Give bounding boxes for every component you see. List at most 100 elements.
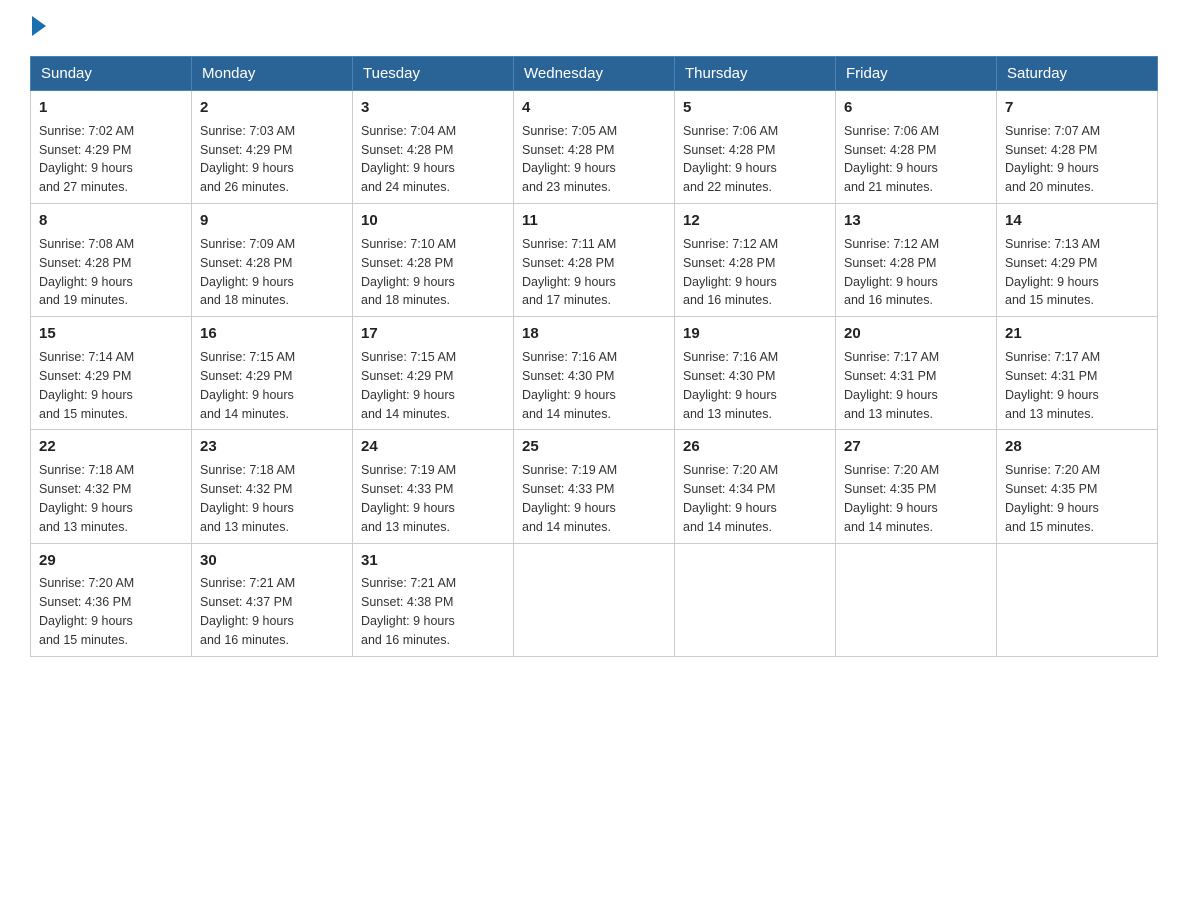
day-info: Sunrise: 7:18 AMSunset: 4:32 PMDaylight:…	[200, 463, 295, 534]
page-header	[30, 20, 1158, 36]
day-number: 16	[200, 323, 344, 345]
day-info: Sunrise: 7:21 AMSunset: 4:38 PMDaylight:…	[361, 576, 456, 647]
day-number: 11	[522, 210, 666, 232]
calendar-cell: 13 Sunrise: 7:12 AMSunset: 4:28 PMDayligh…	[836, 204, 997, 317]
day-number: 26	[683, 436, 827, 458]
day-info: Sunrise: 7:15 AMSunset: 4:29 PMDaylight:…	[200, 350, 295, 421]
calendar-cell: 10Sunrise: 7:10 AMSunset: 4:28 PMDayligh…	[353, 204, 514, 317]
day-info: Sunrise: 7:19 AMSunset: 4:33 PMDaylight:…	[361, 463, 456, 534]
day-info: Sunrise: 7:20 AMSunset: 4:35 PMDaylight:…	[1005, 463, 1100, 534]
day-number: 12	[683, 210, 827, 232]
calendar-cell: 28 Sunrise: 7:20 AMSunset: 4:35 PMDayligh…	[997, 430, 1158, 543]
day-number: 20	[844, 323, 988, 345]
day-info: Sunrise: 7:09 AMSunset: 4:28 PMDaylight:…	[200, 237, 295, 308]
day-info: Sunrise: 7:02 AMSunset: 4:29 PMDaylight:…	[39, 124, 134, 195]
calendar-cell: 16 Sunrise: 7:15 AMSunset: 4:29 PMDayligh…	[192, 317, 353, 430]
day-info: Sunrise: 7:13 AMSunset: 4:29 PMDaylight:…	[1005, 237, 1100, 308]
calendar-header-wednesday: Wednesday	[514, 57, 675, 91]
day-info: Sunrise: 7:20 AMSunset: 4:34 PMDaylight:…	[683, 463, 778, 534]
calendar-cell: 26 Sunrise: 7:20 AMSunset: 4:34 PMDayligh…	[675, 430, 836, 543]
calendar-week-row: 15 Sunrise: 7:14 AMSunset: 4:29 PMDayligh…	[31, 317, 1158, 430]
day-info: Sunrise: 7:12 AMSunset: 4:28 PMDaylight:…	[844, 237, 939, 308]
calendar-cell: 22Sunrise: 7:18 AMSunset: 4:32 PMDayligh…	[31, 430, 192, 543]
day-info: Sunrise: 7:14 AMSunset: 4:29 PMDaylight:…	[39, 350, 134, 421]
calendar-cell: 15 Sunrise: 7:14 AMSunset: 4:29 PMDayligh…	[31, 317, 192, 430]
calendar-week-row: 29 Sunrise: 7:20 AMSunset: 4:36 PMDayligh…	[31, 543, 1158, 656]
calendar-cell: 24 Sunrise: 7:19 AMSunset: 4:33 PMDayligh…	[353, 430, 514, 543]
calendar-cell: 29 Sunrise: 7:20 AMSunset: 4:36 PMDayligh…	[31, 543, 192, 656]
day-info: Sunrise: 7:10 AMSunset: 4:28 PMDaylight:…	[361, 237, 456, 308]
day-info: Sunrise: 7:16 AMSunset: 4:30 PMDaylight:…	[683, 350, 778, 421]
day-number: 6	[844, 97, 988, 119]
calendar-cell: 6 Sunrise: 7:06 AMSunset: 4:28 PMDaylight…	[836, 91, 997, 204]
calendar-cell: 11Sunrise: 7:11 AMSunset: 4:28 PMDayligh…	[514, 204, 675, 317]
calendar-header-friday: Friday	[836, 57, 997, 91]
calendar-header-monday: Monday	[192, 57, 353, 91]
day-number: 15	[39, 323, 183, 345]
day-info: Sunrise: 7:20 AMSunset: 4:36 PMDaylight:…	[39, 576, 134, 647]
calendar-cell	[836, 543, 997, 656]
day-number: 31	[361, 550, 505, 572]
day-info: Sunrise: 7:16 AMSunset: 4:30 PMDaylight:…	[522, 350, 617, 421]
calendar-header-tuesday: Tuesday	[353, 57, 514, 91]
calendar-cell: 30 Sunrise: 7:21 AMSunset: 4:37 PMDayligh…	[192, 543, 353, 656]
calendar-header-row: SundayMondayTuesdayWednesdayThursdayFrid…	[31, 57, 1158, 91]
calendar-cell: 21Sunrise: 7:17 AMSunset: 4:31 PMDayligh…	[997, 317, 1158, 430]
day-number: 9	[200, 210, 344, 232]
day-number: 2	[200, 97, 344, 119]
day-number: 24	[361, 436, 505, 458]
calendar-cell: 31 Sunrise: 7:21 AMSunset: 4:38 PMDayligh…	[353, 543, 514, 656]
day-info: Sunrise: 7:21 AMSunset: 4:37 PMDaylight:…	[200, 576, 295, 647]
logo-arrow-icon	[32, 16, 46, 36]
calendar-cell: 7Sunrise: 7:07 AMSunset: 4:28 PMDaylight…	[997, 91, 1158, 204]
day-number: 27	[844, 436, 988, 458]
calendar-header-saturday: Saturday	[997, 57, 1158, 91]
day-info: Sunrise: 7:04 AMSunset: 4:28 PMDaylight:…	[361, 124, 456, 195]
day-number: 13	[844, 210, 988, 232]
day-number: 28	[1005, 436, 1149, 458]
day-number: 3	[361, 97, 505, 119]
calendar-week-row: 22Sunrise: 7:18 AMSunset: 4:32 PMDayligh…	[31, 430, 1158, 543]
calendar-cell: 25Sunrise: 7:19 AMSunset: 4:33 PMDayligh…	[514, 430, 675, 543]
calendar-cell: 9 Sunrise: 7:09 AMSunset: 4:28 PMDaylight…	[192, 204, 353, 317]
calendar-cell	[997, 543, 1158, 656]
day-number: 17	[361, 323, 505, 345]
day-number: 5	[683, 97, 827, 119]
day-info: Sunrise: 7:12 AMSunset: 4:28 PMDaylight:…	[683, 237, 778, 308]
calendar-table: SundayMondayTuesdayWednesdayThursdayFrid…	[30, 56, 1158, 657]
calendar-cell	[514, 543, 675, 656]
calendar-cell: 2 Sunrise: 7:03 AMSunset: 4:29 PMDaylight…	[192, 91, 353, 204]
calendar-cell: 12 Sunrise: 7:12 AMSunset: 4:28 PMDayligh…	[675, 204, 836, 317]
day-info: Sunrise: 7:07 AMSunset: 4:28 PMDaylight:…	[1005, 124, 1100, 195]
day-number: 25	[522, 436, 666, 458]
calendar-cell: 8 Sunrise: 7:08 AMSunset: 4:28 PMDaylight…	[31, 204, 192, 317]
day-number: 4	[522, 97, 666, 119]
calendar-week-row: 8 Sunrise: 7:08 AMSunset: 4:28 PMDaylight…	[31, 204, 1158, 317]
day-info: Sunrise: 7:18 AMSunset: 4:32 PMDaylight:…	[39, 463, 134, 534]
calendar-cell	[675, 543, 836, 656]
calendar-cell: 20 Sunrise: 7:17 AMSunset: 4:31 PMDayligh…	[836, 317, 997, 430]
day-info: Sunrise: 7:06 AMSunset: 4:28 PMDaylight:…	[844, 124, 939, 195]
calendar-cell: 14 Sunrise: 7:13 AMSunset: 4:29 PMDayligh…	[997, 204, 1158, 317]
day-number: 18	[522, 323, 666, 345]
calendar-header-sunday: Sunday	[31, 57, 192, 91]
day-info: Sunrise: 7:05 AMSunset: 4:28 PMDaylight:…	[522, 124, 617, 195]
calendar-cell: 3 Sunrise: 7:04 AMSunset: 4:28 PMDaylight…	[353, 91, 514, 204]
day-info: Sunrise: 7:17 AMSunset: 4:31 PMDaylight:…	[1005, 350, 1100, 421]
calendar-cell: 5Sunrise: 7:06 AMSunset: 4:28 PMDaylight…	[675, 91, 836, 204]
calendar-cell: 18 Sunrise: 7:16 AMSunset: 4:30 PMDayligh…	[514, 317, 675, 430]
day-number: 30	[200, 550, 344, 572]
day-number: 14	[1005, 210, 1149, 232]
logo	[30, 20, 46, 36]
day-info: Sunrise: 7:08 AMSunset: 4:28 PMDaylight:…	[39, 237, 134, 308]
day-number: 8	[39, 210, 183, 232]
day-info: Sunrise: 7:20 AMSunset: 4:35 PMDaylight:…	[844, 463, 939, 534]
day-info: Sunrise: 7:03 AMSunset: 4:29 PMDaylight:…	[200, 124, 295, 195]
calendar-cell: 17Sunrise: 7:15 AMSunset: 4:29 PMDayligh…	[353, 317, 514, 430]
calendar-cell: 27 Sunrise: 7:20 AMSunset: 4:35 PMDayligh…	[836, 430, 997, 543]
calendar-cell: 4 Sunrise: 7:05 AMSunset: 4:28 PMDaylight…	[514, 91, 675, 204]
day-number: 1	[39, 97, 183, 119]
calendar-cell: 19Sunrise: 7:16 AMSunset: 4:30 PMDayligh…	[675, 317, 836, 430]
day-number: 29	[39, 550, 183, 572]
day-info: Sunrise: 7:17 AMSunset: 4:31 PMDaylight:…	[844, 350, 939, 421]
